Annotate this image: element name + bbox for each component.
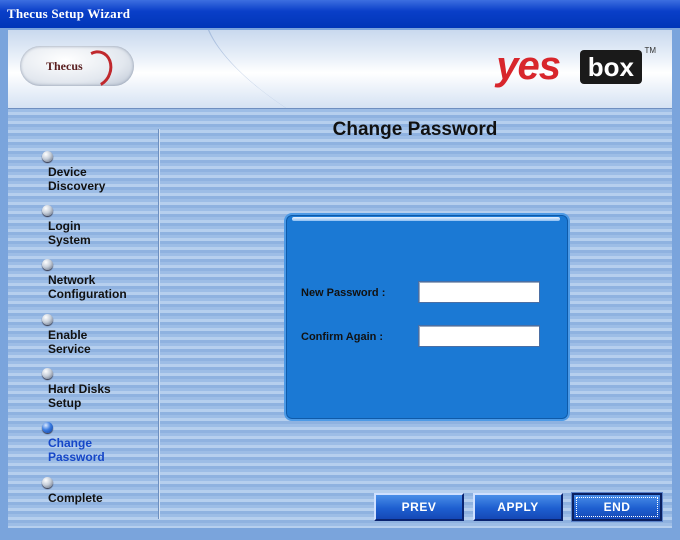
confirm-password-label: Confirm Again : [301,331,384,343]
main-content: Device Discovery Login System Network Co… [8,109,672,528]
sidebar-item-label: Enable Service [48,328,91,356]
new-password-input[interactable] [418,281,540,303]
prev-button[interactable]: PREV [374,493,464,521]
apply-button[interactable]: APPLY [473,493,563,521]
step-bullet-icon [42,477,53,488]
sidebar-item-label: Hard Disks Setup [48,382,111,410]
sidebar-divider [158,129,159,519]
step-bullet-icon [42,259,53,270]
step-bullet-icon [42,314,53,325]
step-bullet-icon [42,205,53,216]
sidebar-item-device-discovery[interactable]: Device Discovery [42,151,158,193]
setup-wizard-window: Thecus Setup Wizard Thecus yes box TM De… [0,0,680,540]
yes-logo-text: yes [496,44,561,88]
sidebar-item-network-configuration[interactable]: Network Configuration [42,259,158,301]
title-bar[interactable]: Thecus Setup Wizard [0,0,680,28]
new-password-label: New Password : [301,287,386,299]
sidebar-item-label: Device Discovery [48,165,106,193]
trademark-mark: TM [644,46,656,55]
step-bullet-icon [42,151,53,162]
end-button[interactable]: END [572,493,662,521]
sidebar-item-enable-service[interactable]: Enable Service [42,314,158,356]
page-title: Change Password [332,119,498,140]
sidebar-item-label: Complete [48,491,103,505]
sidebar-item-hard-disks-setup[interactable]: Hard Disks Setup [42,368,158,410]
window-title: Thecus Setup Wizard [7,6,131,21]
thecus-logo: Thecus [20,44,138,93]
thecus-logo-text: Thecus [46,59,83,73]
header-banner: Thecus yes box TM [8,30,672,109]
sidebar-item-complete[interactable]: Complete [42,477,158,505]
box-logo-text: box [579,50,642,84]
sidebar-item-label: Network Configuration [48,273,127,301]
confirm-password-input[interactable] [418,325,540,347]
sidebar-item-change-password[interactable]: Change Password [42,422,158,464]
sidebar-item-label: Login System [48,219,91,247]
sidebar-item-login-system[interactable]: Login System [42,205,158,247]
step-bullet-icon [42,368,53,379]
step-bullet-active-icon [42,422,53,433]
sidebar-item-label: Change Password [48,436,105,464]
password-panel [284,213,570,421]
